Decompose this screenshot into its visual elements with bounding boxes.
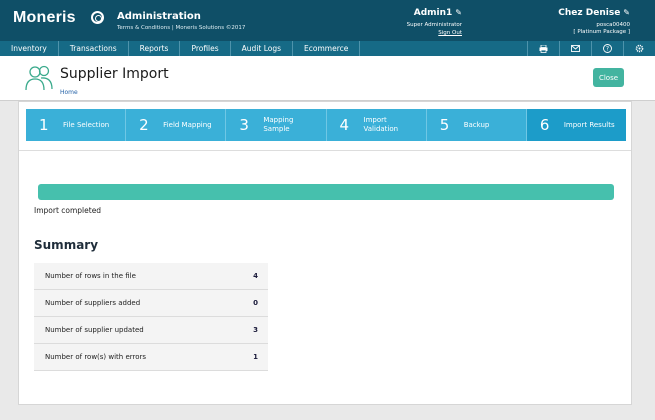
user-block: Admin1 ✎ Super Administrator Sign Out <box>400 8 462 36</box>
summary-row: Number of rows in the file 4 <box>34 263 268 290</box>
step-import-results[interactable]: 6 Import Results <box>526 109 627 141</box>
nav-reports[interactable]: Reports <box>129 41 181 56</box>
section-divider <box>19 150 631 151</box>
moneris-logo[interactable]: Moneris <box>13 9 104 27</box>
step-field-mapping[interactable]: 2 Field Mapping <box>126 109 227 141</box>
merchant-package: [ Platinum Package ] <box>573 29 630 35</box>
merchant-block: Chez Denise ✎ posca00400 [ Platinum Packa… <box>540 8 630 35</box>
step-mapping-sample[interactable]: 3 Mapping Sample <box>226 109 327 141</box>
edit-user-icon[interactable]: ✎ <box>455 8 462 17</box>
help-icon[interactable]: ? <box>591 41 623 56</box>
summary-row-label: Number of rows in the file <box>45 272 136 280</box>
summary-row-label: Number of row(s) with errors <box>45 353 147 361</box>
summary-heading: Summary <box>34 238 99 252</box>
nav-icon-group: ? <box>527 41 655 56</box>
summary-row-value: 3 <box>253 326 258 334</box>
nav-audit-logs[interactable]: Audit Logs <box>231 41 294 56</box>
merchant-name: Chez Denise ✎ <box>558 8 630 18</box>
sign-out-link[interactable]: Sign Out <box>400 30 462 36</box>
logo-mark-icon <box>91 11 104 24</box>
nav-transactions[interactable]: Transactions <box>59 41 129 56</box>
settings-icon[interactable] <box>623 41 655 56</box>
printer-icon[interactable] <box>527 41 559 56</box>
nav-ecommerce[interactable]: Ecommerce <box>293 41 361 56</box>
top-bar: Moneris Administration Terms & Condition… <box>0 0 655 41</box>
page-title: Supplier Import <box>60 66 169 82</box>
summary-row-value: 4 <box>253 272 258 280</box>
import-card: 1 File Selection 2 Field Mapping 3 Mappi… <box>18 101 632 405</box>
summary-row: Number of supplier updated 3 <box>34 317 268 344</box>
edit-merchant-icon[interactable]: ✎ <box>623 8 630 17</box>
wizard-steps: 1 File Selection 2 Field Mapping 3 Mappi… <box>26 109 627 141</box>
import-progress-bar <box>38 184 614 200</box>
close-button[interactable]: Close <box>593 68 624 87</box>
summary-row-value: 0 <box>253 299 258 307</box>
app-title: Administration <box>117 11 201 22</box>
nav-inventory[interactable]: Inventory <box>0 41 59 56</box>
nav-profiles[interactable]: Profiles <box>180 41 231 56</box>
suppliers-people-icon <box>25 65 53 91</box>
summary-row-value: 1 <box>253 353 258 361</box>
user-name: Admin1 ✎ <box>413 8 462 18</box>
step-backup[interactable]: 5 Backup <box>426 109 527 141</box>
app-subtitle[interactable]: Terms & Conditions | Moneris Solutions ©… <box>117 25 245 31</box>
breadcrumb-home[interactable]: Home <box>60 89 78 96</box>
merchant-id: posca00400 <box>596 22 630 28</box>
summary-table: Number of rows in the file 4 Number of s… <box>34 263 268 371</box>
summary-row: Number of row(s) with errors 1 <box>34 344 268 371</box>
page-header: Supplier Import Home Close <box>0 56 655 101</box>
main-nav: Inventory Transactions Reports Profiles … <box>0 41 655 56</box>
mail-icon[interactable] <box>559 41 591 56</box>
step-file-selection[interactable]: 1 File Selection <box>26 109 127 141</box>
summary-row: Number of suppliers added 0 <box>34 290 268 317</box>
user-role: Super Administrator <box>406 22 462 28</box>
import-status-text: Import completed <box>34 206 102 215</box>
step-import-validation[interactable]: 4 Import Validation <box>326 109 427 141</box>
summary-row-label: Number of suppliers added <box>45 299 141 307</box>
summary-row-label: Number of supplier updated <box>45 326 144 334</box>
svg-text:?: ? <box>606 46 609 53</box>
